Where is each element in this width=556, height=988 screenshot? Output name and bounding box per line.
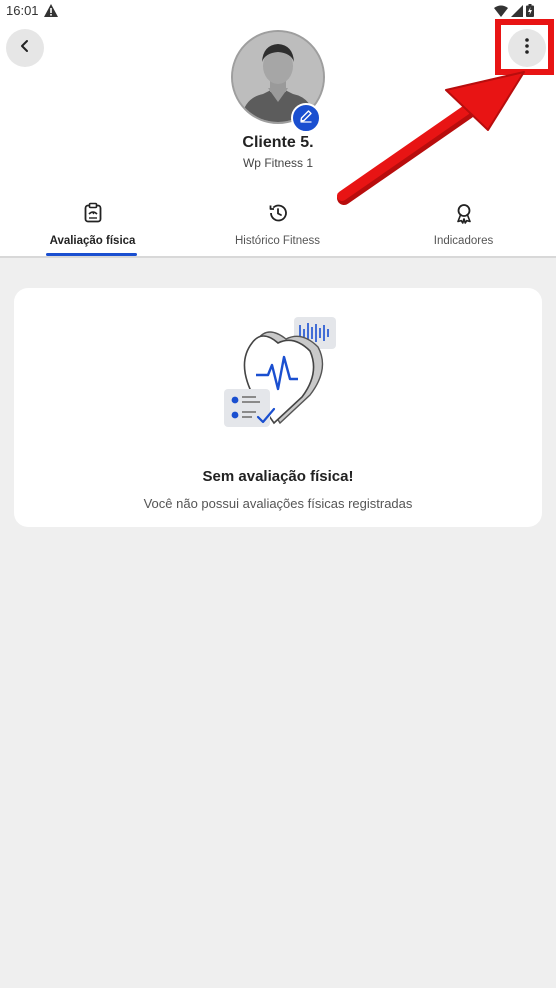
back-button[interactable] xyxy=(6,29,44,67)
wifi-icon xyxy=(494,4,508,22)
gym-name: Wp Fitness 1 xyxy=(242,156,314,170)
tab-avaliacao-fisica[interactable]: Avaliação física xyxy=(0,198,185,256)
empty-state-card: Sem avaliação física! Você não possui av… xyxy=(14,288,542,527)
heart-monitor-illustration xyxy=(206,313,352,433)
status-indicators xyxy=(494,4,534,22)
tab-historico-fitness[interactable]: Histórico Fitness xyxy=(185,198,370,256)
status-time: 16:01 xyxy=(6,3,39,18)
profile-header: Cliente 5. Wp Fitness 1 Avaliação física… xyxy=(0,22,556,258)
chevron-left-icon xyxy=(18,39,32,58)
more-vertical-icon xyxy=(524,37,530,60)
status-bar: 16:01 xyxy=(0,0,556,22)
tab-label: Avaliação física xyxy=(49,235,136,247)
tabs-divider xyxy=(0,256,556,258)
award-icon xyxy=(453,202,475,229)
edit-photo-button[interactable] xyxy=(291,103,321,133)
battery-icon xyxy=(526,4,534,22)
avatar-container xyxy=(231,30,325,133)
warning-icon xyxy=(44,4,58,22)
pencil-icon xyxy=(299,109,313,128)
tab-bar: Avaliação física Histórico Fitness Indic… xyxy=(0,198,556,256)
client-name: Cliente 5. xyxy=(242,134,314,151)
signal-icon xyxy=(511,4,523,22)
empty-state-description: Você não possui avaliações físicas regis… xyxy=(143,496,413,511)
history-icon xyxy=(267,202,289,229)
tab-label: Indicadores xyxy=(433,235,494,247)
more-options-button[interactable] xyxy=(508,29,546,67)
scale-clipboard-icon xyxy=(82,202,104,229)
tab-label: Histórico Fitness xyxy=(235,235,320,247)
empty-state-title: Sem avaliação física! xyxy=(202,468,354,485)
tab-indicadores[interactable]: Indicadores xyxy=(371,198,556,256)
